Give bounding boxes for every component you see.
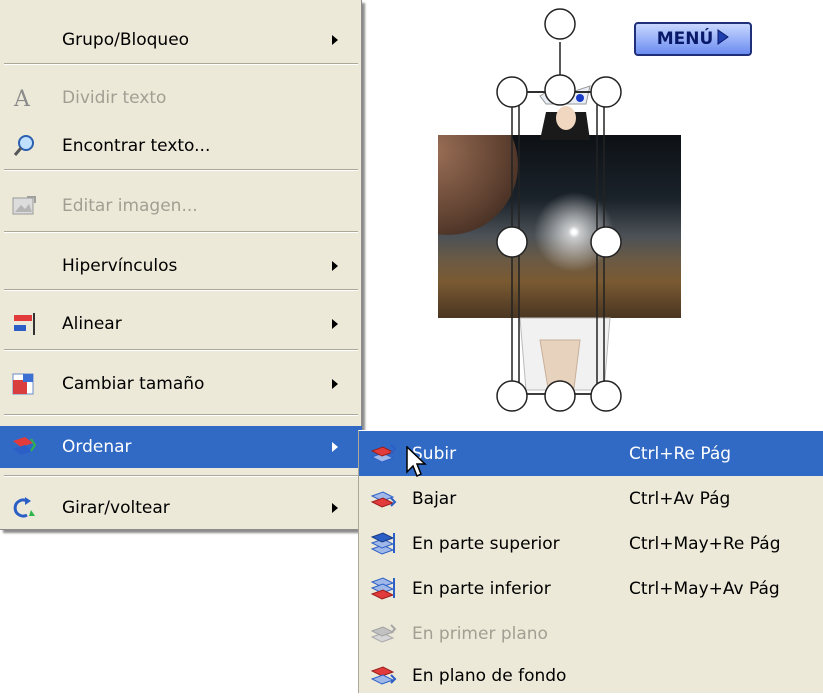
menu-separator: [4, 475, 358, 477]
resize-icon: [10, 371, 38, 397]
rotate-handle[interactable]: [544, 8, 576, 40]
menu-item-find-text[interactable]: Encontrar texto...: [0, 126, 362, 166]
context-menu: Grupo/Bloqueo A Dividir texto Encontrar …: [0, 0, 362, 530]
submenu-item-label: Bajar: [412, 488, 457, 509]
foreground-icon: [370, 623, 397, 643]
menu-item-group-lock[interactable]: Grupo/Bloqueo: [0, 20, 362, 60]
background-icon: [370, 665, 397, 685]
submenu-arrow-icon: [332, 261, 338, 271]
menu-separator: [4, 349, 358, 351]
menu-item-label: Dividir texto: [62, 88, 167, 108]
submenu-item-shortcut: Ctrl+May+Av Pág: [629, 578, 780, 599]
menu-item-label: Grupo/Bloqueo: [62, 30, 190, 50]
menu-item-label: Hipervínculos: [62, 256, 178, 276]
menu-separator: [4, 63, 358, 65]
menu-item-label: Cambiar tamaño: [62, 374, 205, 394]
edit-image-icon: [10, 193, 38, 219]
mouse-cursor-icon: [406, 446, 427, 478]
menu-item-label: Girar/voltear: [62, 498, 170, 518]
split-text-icon: A: [10, 85, 38, 111]
svg-text:A: A: [13, 87, 31, 110]
bring-to-top-icon: [370, 531, 395, 555]
submenu-item-label: En parte superior: [412, 533, 560, 554]
submenu-item-send-backward[interactable]: Bajar Ctrl+Av Pág: [359, 476, 823, 521]
menu-item-resize[interactable]: Cambiar tamaño: [0, 364, 362, 404]
menu-item-align[interactable]: Alinear: [0, 304, 362, 344]
menu-item-rotate-flip[interactable]: Girar/voltear: [0, 488, 362, 528]
menu-separator: [4, 289, 358, 291]
submenu-item-send-to-bottom[interactable]: En parte inferior Ctrl+May+Av Pág: [359, 566, 823, 611]
submenu-item-foreground[interactable]: En primer plano: [359, 611, 823, 656]
menu-separator: [4, 169, 358, 171]
submenu-arrow-icon: [332, 379, 338, 389]
menu-separator: [4, 414, 358, 416]
bring-forward-icon: [370, 443, 397, 463]
menu-separator: [4, 231, 358, 233]
send-to-bottom-icon: [370, 576, 395, 600]
submenu-item-shortcut: Ctrl+May+Re Pág: [629, 533, 781, 554]
menu-item-hyperlinks[interactable]: Hipervínculos: [0, 246, 362, 286]
submenu-arrow-icon: [332, 35, 338, 45]
menu-item-split-text[interactable]: A Dividir texto: [0, 78, 362, 118]
magnifier-icon: [10, 133, 38, 159]
order-icon: [10, 434, 38, 460]
menu-item-label: Ordenar: [62, 437, 132, 457]
menu-item-label: Alinear: [62, 314, 122, 334]
submenu-arrow-icon: [332, 442, 338, 452]
menu-item-order[interactable]: Ordenar: [0, 426, 362, 468]
submenu-item-label: En primer plano: [412, 623, 548, 644]
menu-item-label: Encontrar texto...: [62, 136, 211, 156]
menu-item-label: Editar imagen...: [62, 196, 198, 216]
submenu-item-shortcut: Ctrl+Av Pág: [629, 488, 731, 509]
submenu-item-label: En parte inferior: [412, 578, 551, 599]
submenu-item-background[interactable]: En plano de fondo: [359, 653, 823, 698]
submenu-item-bring-to-top[interactable]: En parte superior Ctrl+May+Re Pág: [359, 521, 823, 566]
rotate-icon: [10, 495, 38, 521]
submenu-arrow-icon: [332, 319, 338, 329]
align-icon: [10, 311, 38, 337]
send-backward-icon: [370, 490, 397, 508]
submenu-item-shortcut: Ctrl+Re Pág: [629, 443, 732, 464]
submenu-arrow-icon: [332, 503, 338, 513]
submenu-item-label: En plano de fondo: [412, 665, 567, 686]
menu-item-edit-image[interactable]: Editar imagen...: [0, 186, 362, 226]
